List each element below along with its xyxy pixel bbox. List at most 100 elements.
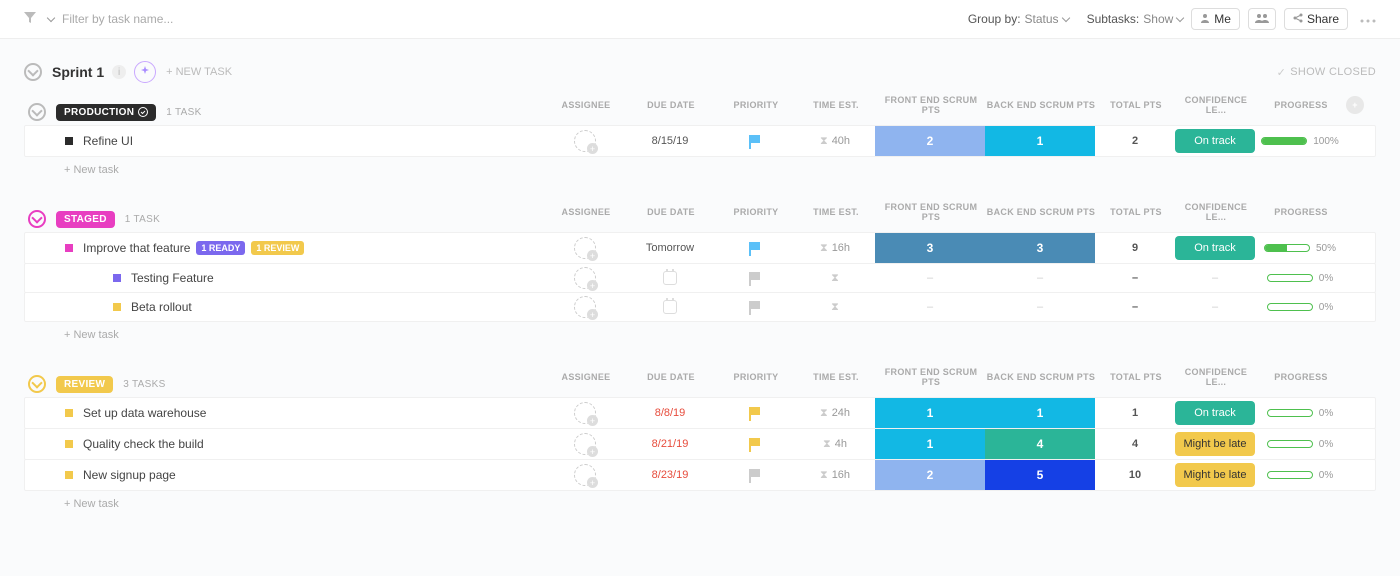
confidence-pill[interactable]: On track — [1175, 129, 1255, 153]
sparkle-icon[interactable] — [134, 61, 156, 83]
total-pts-value[interactable]: 2 — [1095, 135, 1175, 147]
col-time[interactable]: TIME EST. — [796, 372, 876, 382]
confidence-pill[interactable]: Might be late — [1175, 463, 1255, 487]
group-collapse-toggle[interactable] — [28, 103, 46, 121]
col-due[interactable]: DUE DATE — [626, 372, 716, 382]
calendar-empty-icon[interactable] — [663, 300, 677, 314]
sprint-collapse-toggle[interactable] — [24, 63, 42, 81]
due-date-value[interactable]: Tomorrow — [646, 242, 694, 254]
progress-bar[interactable] — [1267, 303, 1313, 311]
confidence-pill[interactable]: On track — [1175, 401, 1255, 425]
group-by-control[interactable]: Group by: Status — [968, 12, 1069, 26]
filter-icon[interactable] — [24, 12, 36, 27]
task-row[interactable]: Refine UI 8/15/19 ⧗40h 2 1 2 On track 10… — [24, 125, 1376, 157]
fe-pts-value[interactable]: 2 — [875, 460, 985, 490]
priority-flag-icon[interactable] — [749, 469, 761, 481]
priority-flag-icon[interactable] — [749, 438, 761, 450]
col-progress[interactable]: PROGRESS — [1256, 207, 1346, 217]
status-pill[interactable]: REVIEW — [56, 376, 113, 393]
task-row[interactable]: Quality check the build 8/21/19 ⧗4h 1 4 … — [24, 428, 1376, 460]
col-confidence[interactable]: CONFIDENCE LE... — [1176, 95, 1256, 115]
progress-bar[interactable] — [1267, 471, 1313, 479]
fe-pts-value[interactable]: 1 — [875, 398, 985, 428]
status-square-icon[interactable] — [65, 440, 73, 448]
be-pts-value[interactable]: 3 — [985, 233, 1095, 263]
status-square-icon[interactable] — [65, 409, 73, 417]
col-be-pts[interactable]: BACK END SCRUM PTS — [986, 372, 1096, 382]
time-estimate-value[interactable]: 40h — [832, 135, 850, 147]
total-pts-value[interactable]: 10 — [1095, 469, 1175, 481]
time-estimate-value[interactable]: 16h — [832, 242, 850, 254]
col-time[interactable]: TIME EST. — [796, 100, 876, 110]
more-icon[interactable] — [1360, 12, 1376, 26]
total-pts-value[interactable]: 9 — [1095, 242, 1175, 254]
priority-flag-icon[interactable] — [749, 135, 761, 147]
task-title[interactable]: Refine UI — [83, 134, 133, 148]
progress-bar[interactable] — [1267, 409, 1313, 417]
status-pill[interactable]: PRODUCTION — [56, 104, 156, 121]
col-total-pts[interactable]: TOTAL PTS — [1096, 372, 1176, 382]
assignee-add-icon[interactable] — [574, 296, 596, 318]
total-pts-value[interactable]: 1 — [1095, 407, 1175, 419]
task-row[interactable]: Improve that feature 1 READY1 REVIEW Tom… — [24, 232, 1376, 264]
total-pts-value[interactable]: – — [1095, 272, 1175, 284]
assignee-add-icon[interactable] — [574, 130, 596, 152]
priority-flag-icon[interactable] — [749, 272, 761, 284]
col-progress[interactable]: PROGRESS — [1256, 372, 1346, 382]
be-pts-value[interactable]: 1 — [985, 126, 1095, 156]
col-confidence[interactable]: CONFIDENCE LE... — [1176, 367, 1256, 387]
task-title[interactable]: Beta rollout — [131, 300, 192, 314]
col-due[interactable]: DUE DATE — [626, 100, 716, 110]
task-title[interactable]: New signup page — [83, 468, 176, 482]
priority-flag-icon[interactable] — [749, 301, 761, 313]
be-pts-value[interactable]: 5 — [985, 460, 1095, 490]
col-total-pts[interactable]: TOTAL PTS — [1096, 207, 1176, 217]
col-priority[interactable]: PRIORITY — [716, 207, 796, 217]
fe-pts-value[interactable]: 2 — [875, 126, 985, 156]
priority-flag-icon[interactable] — [749, 407, 761, 419]
chevron-down-icon[interactable] — [44, 12, 54, 26]
status-square-icon[interactable] — [65, 244, 73, 252]
hourglass-icon[interactable]: ⧗ — [831, 272, 839, 285]
due-date-value[interactable]: 8/8/19 — [655, 407, 686, 419]
assignee-add-icon[interactable] — [574, 464, 596, 486]
time-estimate-value[interactable]: 4h — [835, 438, 847, 450]
status-square-icon[interactable] — [65, 471, 73, 479]
new-task-row[interactable]: + New task — [24, 156, 1376, 176]
total-pts-value[interactable]: 4 — [1095, 438, 1175, 450]
progress-bar[interactable] — [1267, 440, 1313, 448]
col-time[interactable]: TIME EST. — [796, 207, 876, 217]
col-assignee[interactable]: ASSIGNEE — [546, 372, 626, 382]
assignees-button[interactable] — [1248, 8, 1276, 30]
col-fe-pts[interactable]: FRONT END SCRUM PTS — [876, 367, 986, 387]
task-row[interactable]: Set up data warehouse 8/8/19 ⧗24h 1 1 1 … — [24, 397, 1376, 429]
task-row[interactable]: Testing Feature ⧗ – – – – 0% — [24, 263, 1376, 293]
progress-bar[interactable] — [1267, 274, 1313, 282]
info-icon[interactable]: i — [112, 65, 126, 79]
fe-pts-value[interactable]: 1 — [875, 429, 985, 459]
task-title[interactable]: Set up data warehouse — [83, 406, 206, 420]
hourglass-icon[interactable]: ⧗ — [831, 301, 839, 314]
col-assignee[interactable]: ASSIGNEE — [546, 100, 626, 110]
col-assignee[interactable]: ASSIGNEE — [546, 207, 626, 217]
assignee-add-icon[interactable] — [574, 433, 596, 455]
col-be-pts[interactable]: BACK END SCRUM PTS — [986, 207, 1096, 217]
time-estimate-value[interactable]: 16h — [832, 469, 850, 481]
col-priority[interactable]: PRIORITY — [716, 372, 796, 382]
confidence-pill[interactable]: Might be late — [1175, 432, 1255, 456]
show-closed-toggle[interactable]: ✓ SHOW CLOSED — [1277, 66, 1376, 79]
calendar-empty-icon[interactable] — [663, 271, 677, 285]
col-priority[interactable]: PRIORITY — [716, 100, 796, 110]
col-total-pts[interactable]: TOTAL PTS — [1096, 100, 1176, 110]
be-pts-value[interactable]: 1 — [985, 398, 1095, 428]
progress-bar[interactable] — [1261, 137, 1307, 145]
due-date-value[interactable]: 8/23/19 — [652, 469, 689, 481]
due-date-value[interactable]: 8/21/19 — [652, 438, 689, 450]
col-fe-pts[interactable]: FRONT END SCRUM PTS — [876, 95, 986, 115]
new-task-button[interactable]: + NEW TASK — [166, 66, 232, 78]
priority-flag-icon[interactable] — [749, 242, 761, 254]
filter-input[interactable] — [62, 12, 262, 26]
status-square-icon[interactable] — [113, 274, 121, 282]
task-title[interactable]: Quality check the build — [83, 437, 204, 451]
task-row[interactable]: New signup page 8/23/19 ⧗16h 2 5 10 Migh… — [24, 459, 1376, 491]
